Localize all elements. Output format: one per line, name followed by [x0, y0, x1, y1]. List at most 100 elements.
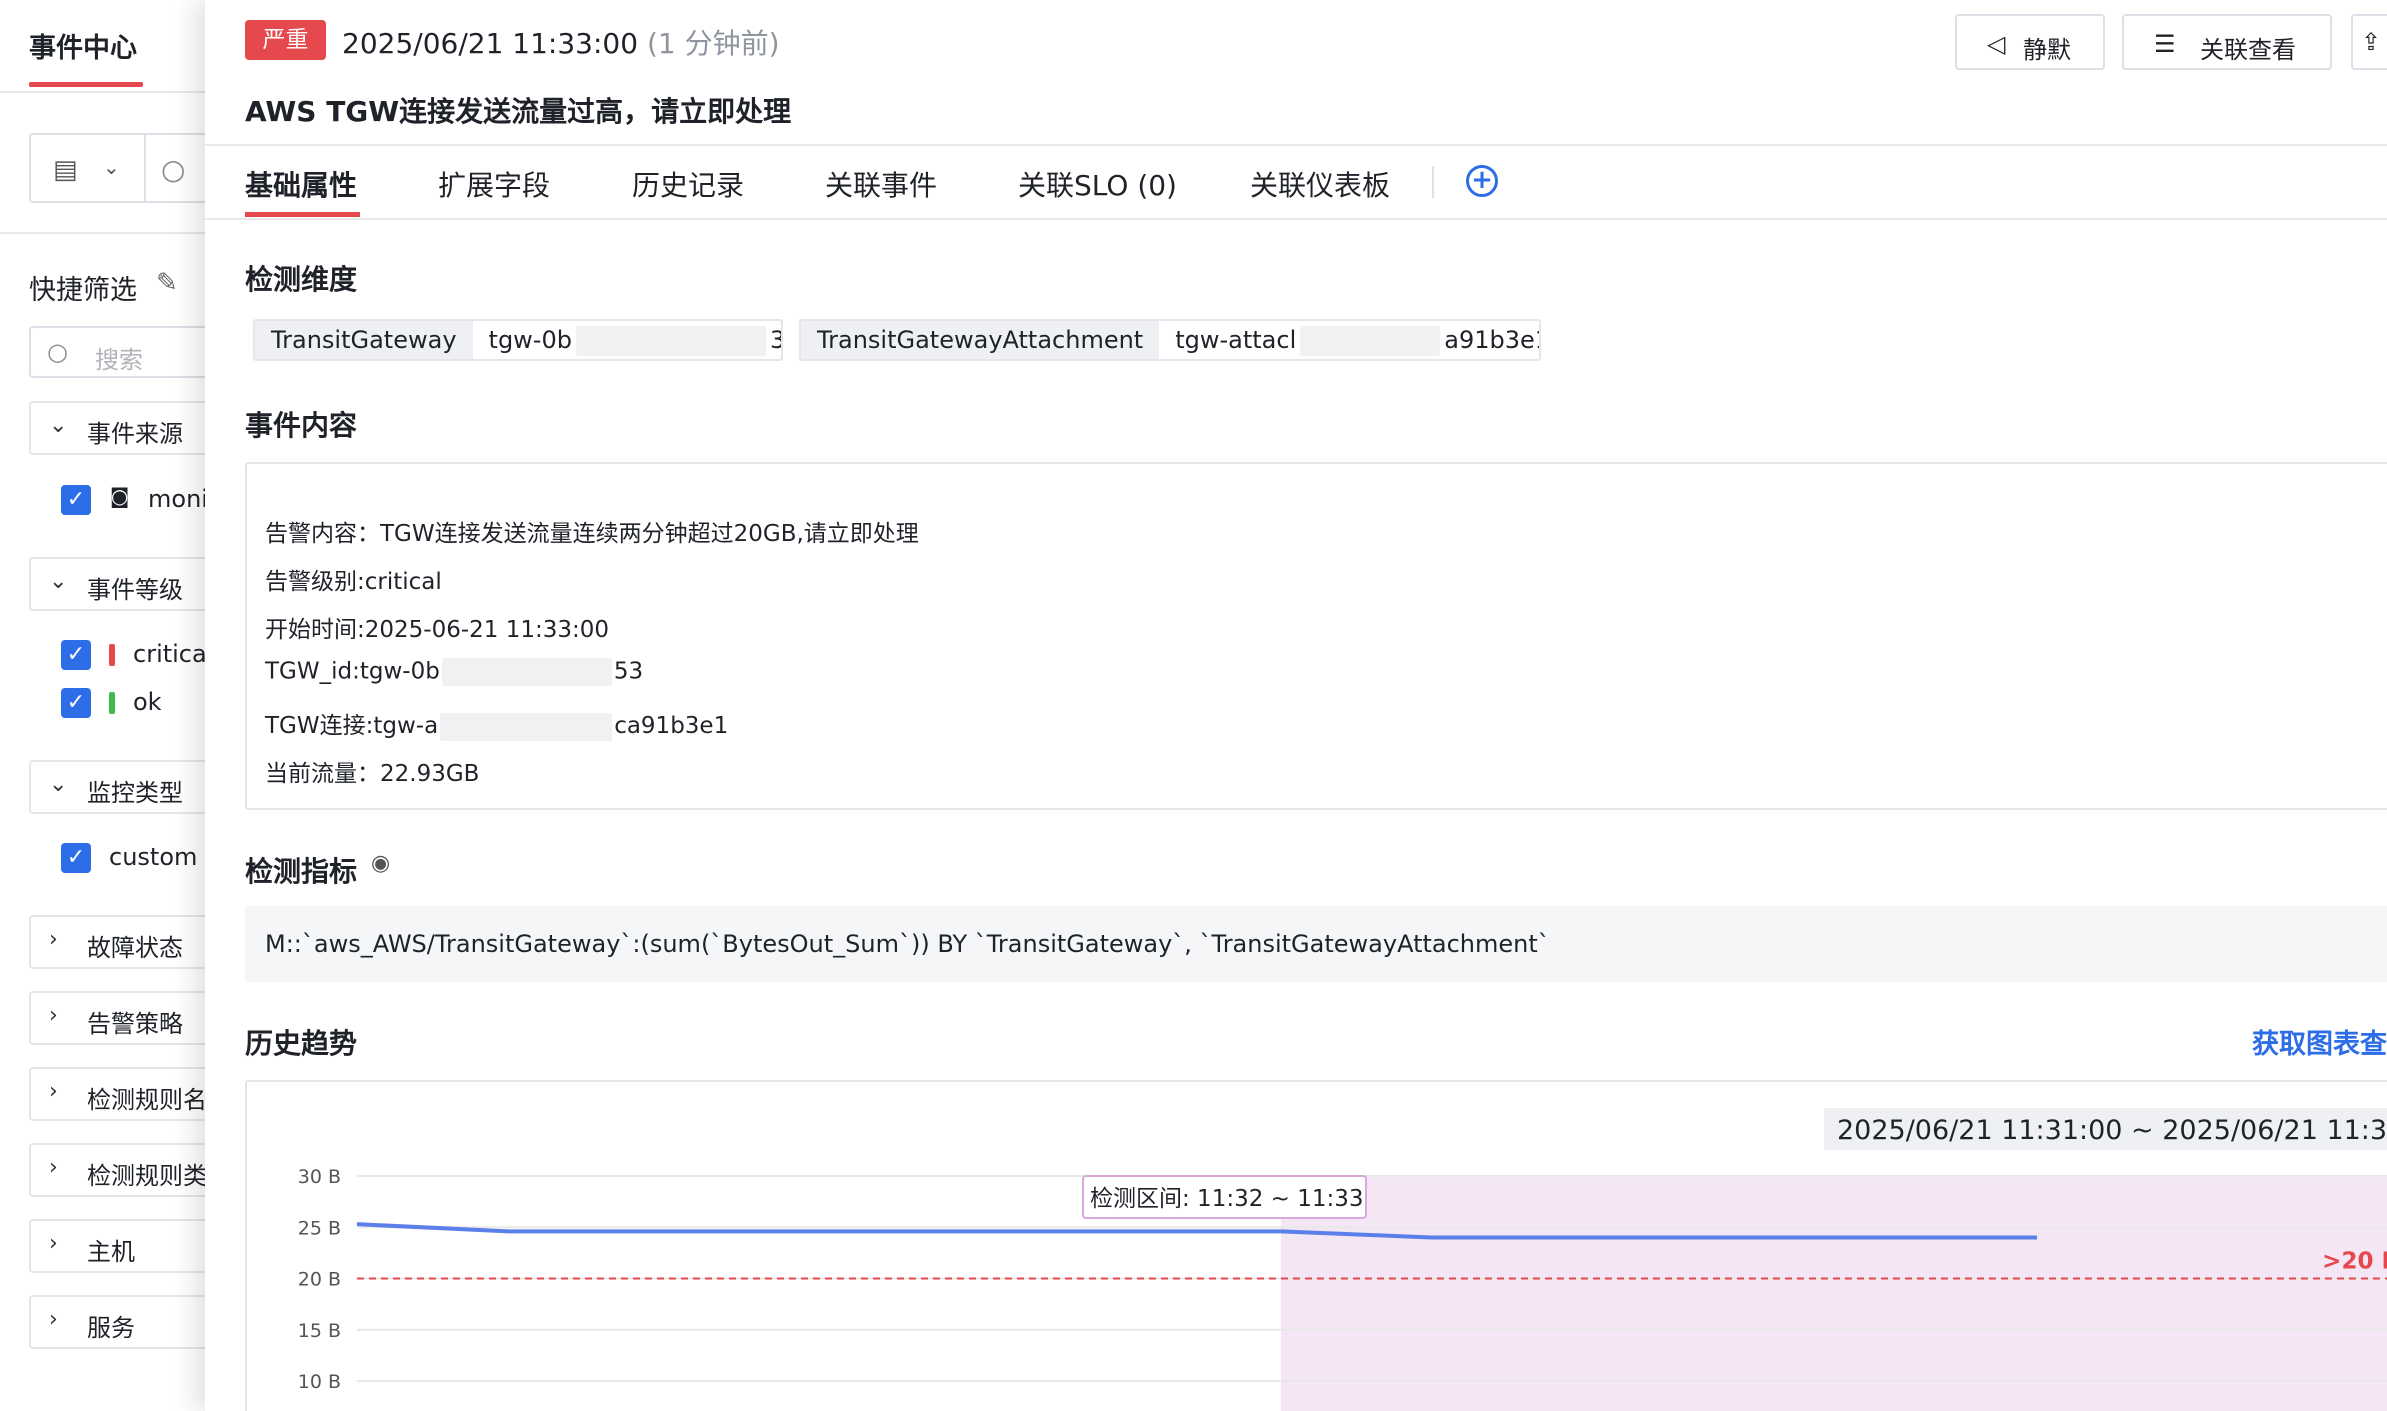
- dimension-tag-transit-gateway: TransitGateway tgw-0b 3: [253, 319, 783, 361]
- tab-related-slo[interactable]: 关联SLO (0): [1018, 164, 1177, 204]
- add-tab-plus-icon[interactable]: +: [1466, 165, 1498, 197]
- divider: [205, 218, 2387, 220]
- checkbox-monitor-custom[interactable]: ✓: [61, 843, 91, 873]
- search-icon: ○: [47, 338, 68, 366]
- event-relative-time: (1 分钟前): [646, 27, 780, 60]
- y-tick-label: 20 B: [298, 1269, 341, 1291]
- critical-color-marker: [109, 644, 115, 666]
- mute-button[interactable]: ◁ 静默: [1955, 14, 2105, 70]
- chevron-down-icon: ⌄: [49, 413, 68, 438]
- content-line-tail: ca91b3e1: [614, 713, 729, 739]
- chevron-right-icon: ›: [49, 927, 58, 952]
- masked-value: [1300, 326, 1441, 356]
- y-tick-label: 10 B: [298, 1371, 341, 1393]
- filter-group-label: 告警策略: [87, 1010, 183, 1038]
- filter-group-label: 服务: [87, 1314, 135, 1342]
- masked-value: [575, 326, 766, 356]
- dimensions-title: 检测维度: [245, 263, 358, 296]
- tab-history[interactable]: 历史记录: [632, 164, 744, 204]
- tab-event-center[interactable]: 事件中心: [29, 26, 137, 65]
- filter-group-label: 事件来源: [87, 420, 183, 448]
- chevron-right-icon: ›: [49, 1079, 58, 1104]
- edit-icon[interactable]: ✎: [156, 268, 178, 298]
- option-label: custom: [109, 843, 198, 871]
- related-view-label: 关联查看: [2200, 36, 2296, 64]
- checkbox-source-item[interactable]: ✓: [61, 485, 91, 515]
- tab-related-dashboards[interactable]: 关联仪表板: [1250, 164, 1390, 204]
- dimension-key: TransitGatewayAttachment: [801, 321, 1160, 359]
- filter-group-label: 事件等级: [87, 576, 183, 604]
- divider: [144, 135, 146, 201]
- dimension-key: TransitGateway: [255, 321, 473, 359]
- ok-color-marker: [109, 692, 115, 714]
- history-title: 历史趋势: [245, 1027, 358, 1060]
- metric-query: M::`aws_AWS/TransitGateway`:(sum(`BytesO…: [265, 930, 1550, 958]
- dimension-value: tgw-0b 3: [473, 321, 781, 359]
- checkbox-level-critical[interactable]: ✓: [61, 640, 91, 670]
- filter-group-label: 检测规则名: [87, 1086, 207, 1114]
- speaker-icon: ◁: [1987, 30, 2006, 58]
- filter-group-label: 检测规则类: [87, 1162, 207, 1190]
- detection-window-label: 检测区间: 11:32 ~ 11:33: [1090, 1186, 1364, 1212]
- export-button[interactable]: ⇪: [2351, 14, 2387, 70]
- event-title: AWS TGW连接发送流量过高，请立即处理: [245, 95, 792, 128]
- chevron-down-icon: ⌄: [49, 569, 68, 594]
- content-line-tail: 53: [613, 658, 644, 685]
- search-list-icon: ☰: [2154, 30, 2176, 58]
- content-line-head: TGW_id:tgw-0b: [265, 658, 440, 685]
- content-line: 开始时间:2025-06-21 11:33:00: [265, 617, 610, 643]
- severity-badge: 严重: [245, 20, 326, 60]
- content-line: 当前流量：22.93GB: [265, 761, 480, 787]
- tab-extended-fields[interactable]: 扩展字段: [438, 164, 550, 204]
- chevron-right-icon: ›: [49, 1307, 58, 1332]
- divider: [1432, 166, 1434, 198]
- search-placeholder: 搜索: [95, 346, 143, 374]
- content-line: 告警内容：TGW连接发送流量连续两分钟超过20GB,请立即处理: [265, 521, 919, 547]
- dimension-value: tgw-attacl a91b3e1: [1159, 321, 1541, 359]
- content-line: TGW_id:tgw-0b 53: [265, 658, 643, 686]
- masked-value: [441, 658, 612, 686]
- search-icon[interactable]: ○: [161, 153, 185, 186]
- option-label: moni: [148, 485, 208, 513]
- history-chart-box: 30 B 25 B 20 B 15 B 10 B >20 B 2025/06/21 11:3…: [245, 1080, 2387, 1411]
- dimension-value-tail: a91b3e1: [1444, 326, 1541, 354]
- y-tick-label: 30 B: [298, 1166, 341, 1188]
- chevron-right-icon: ›: [49, 1231, 58, 1256]
- y-tick-label: 15 B: [298, 1320, 341, 1342]
- chevron-down-icon[interactable]: ⌄: [103, 155, 120, 179]
- chevron-down-icon: ⌄: [49, 772, 68, 797]
- get-chart-query-link[interactable]: 获取图表查: [2252, 1022, 2387, 1061]
- chevron-right-icon: ›: [49, 1155, 58, 1180]
- y-tick-label: 25 B: [298, 1217, 341, 1239]
- filter-group-label: 监控类型: [87, 779, 183, 807]
- divider: [205, 144, 2387, 146]
- masked-value: [440, 712, 613, 741]
- dimension-tag-transit-gateway-attachment: TransitGatewayAttachment tgw-attacl a91b3e…: [799, 319, 1541, 361]
- checkbox-level-ok[interactable]: ✓: [61, 688, 91, 718]
- share-icon: ⇪: [2361, 28, 2382, 56]
- content-line: TGW连接:tgw-a ca91b3e1: [265, 706, 728, 741]
- event-detail-drawer: 严重 2025/06/21 11:33:00 (1 分钟前) AWS TGW连接…: [205, 0, 2387, 1411]
- tab-related-events[interactable]: 关联事件: [825, 164, 937, 204]
- chevron-right-icon: ›: [49, 1003, 58, 1028]
- active-tab-underline: [29, 82, 143, 87]
- option-label: critica: [133, 640, 207, 668]
- quick-filter-title: 快捷筛选: [29, 275, 137, 306]
- related-view-button[interactable]: ☰ 关联查看: [2122, 14, 2332, 70]
- event-content-title: 事件内容: [245, 409, 358, 442]
- event-time: 2025/06/21 11:33:00 (1 分钟前): [342, 22, 780, 62]
- dimension-value-head: tgw-0b: [488, 326, 572, 354]
- document-icon[interactable]: ▤: [53, 155, 78, 185]
- time-range-label: 2025/06/21 11:31:00 ~ 2025/06/21 11:33:0: [1837, 1115, 2387, 1146]
- content-line: 告警级别:critical: [265, 569, 442, 595]
- dimension-value-head: tgw-attacl: [1175, 326, 1297, 354]
- metric-title: 检测指标: [245, 855, 358, 888]
- threshold-label: >20 B: [2322, 1249, 2387, 1275]
- dimension-value-tail: 3: [770, 326, 781, 354]
- history-chart: 30 B 25 B 20 B 15 B 10 B >20 B 2025/06/21 11:3…: [298, 1108, 2387, 1411]
- tab-basic-attributes[interactable]: 基础属性: [245, 164, 357, 204]
- filter-group-label: 主机: [87, 1238, 135, 1266]
- filter-group-label: 故障状态: [87, 934, 183, 962]
- event-timestamp: 2025/06/21 11:33:00: [342, 27, 639, 60]
- eye-icon[interactable]: ◉: [371, 851, 390, 876]
